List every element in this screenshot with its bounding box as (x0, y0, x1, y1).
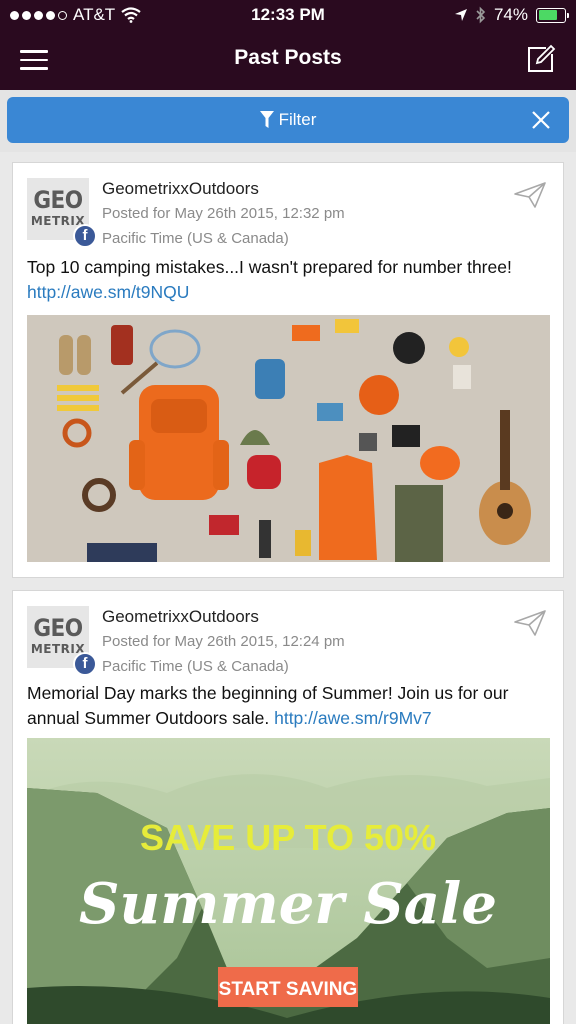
banner-title: Summer Sale (79, 871, 497, 937)
post-card[interactable]: GEO METRIX f GeometrixxOutdoors Posted f… (12, 162, 564, 578)
paper-plane-icon[interactable] (513, 609, 547, 637)
facebook-icon: f (73, 652, 97, 676)
post-text: Memorial Day marks the beginning of Summ… (27, 683, 509, 728)
account-name: GeometrixxOutdoors (102, 179, 259, 198)
bluetooth-icon (476, 6, 486, 24)
compose-icon[interactable] (526, 44, 556, 74)
page-title: Past Posts (234, 46, 342, 69)
timezone: Pacific Time (US & Canada) (102, 230, 289, 247)
location-arrow-icon (454, 9, 467, 21)
posted-time: Posted for May 26th 2015, 12:32 pm (102, 205, 345, 222)
close-icon[interactable] (530, 109, 552, 131)
post-card[interactable]: GEO METRIX f GeometrixxOutdoors Posted f… (12, 590, 564, 1024)
post-link[interactable]: http://awe.sm/r9Mv7 (274, 708, 432, 728)
paper-plane-icon[interactable] (513, 181, 547, 209)
filter-button[interactable]: Filter (7, 97, 569, 143)
funnel-icon (259, 111, 274, 128)
svg-text:START SAVING: START SAVING (219, 979, 358, 1000)
facebook-icon: f (73, 224, 97, 248)
start-saving-button[interactable]: START SAVING (218, 967, 358, 1007)
status-bar: AT&T 12:33 PM 74% (0, 0, 576, 30)
battery-percent: 74% (493, 5, 528, 24)
posted-time: Posted for May 26th 2015, 12:24 pm (102, 633, 345, 650)
nav-bar: Past Posts (0, 30, 576, 90)
timezone: Pacific Time (US & Canada) (102, 658, 289, 675)
post-text: Top 10 camping mistakes...I wasn't prepa… (27, 257, 512, 302)
post-image[interactable] (27, 315, 550, 562)
post-link[interactable]: http://awe.sm/t9NQU (27, 282, 189, 302)
account-name: GeometrixxOutdoors (102, 607, 259, 626)
post-image[interactable]: SAVE UP TO 50% Summer Sale START SAVING (27, 738, 550, 1024)
battery-icon (536, 7, 569, 23)
filter-label: Filter (278, 110, 317, 129)
filter-area: Filter (0, 90, 576, 152)
banner-headline: SAVE UP TO 50% (140, 817, 436, 858)
